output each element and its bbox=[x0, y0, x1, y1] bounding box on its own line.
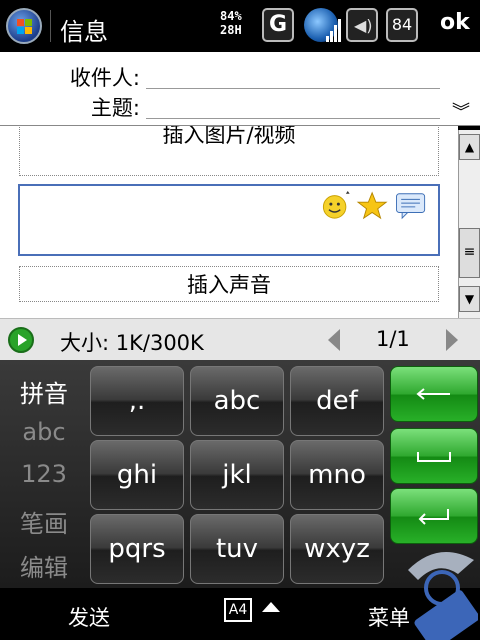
mode-123[interactable]: 123 bbox=[0, 460, 88, 488]
mode-edit[interactable]: 编辑 bbox=[0, 548, 88, 583]
message-toolbar bbox=[322, 190, 426, 220]
key-wxyz[interactable]: wxyz bbox=[290, 514, 384, 584]
watermark-logo bbox=[408, 552, 478, 640]
keyboard-toggle-icon[interactable]: A4 bbox=[224, 598, 252, 622]
network-type-icon[interactable]: G bbox=[262, 8, 294, 42]
backspace-key[interactable] bbox=[390, 366, 478, 422]
chevron-double-down-icon[interactable]: ︾ bbox=[452, 98, 470, 124]
key-pqrs[interactable]: pqrs bbox=[90, 514, 184, 584]
play-icon[interactable] bbox=[8, 327, 34, 353]
subject-row: 主题: bbox=[0, 88, 480, 120]
message-body: 插入图片/视频 插入声音 bbox=[0, 126, 458, 318]
status-line-1: 84% bbox=[220, 9, 242, 23]
windows-start-icon[interactable] bbox=[6, 8, 42, 44]
size-text: 大小: 1K/300K bbox=[60, 331, 204, 355]
scroll-down-icon[interactable]: ▼ bbox=[459, 286, 480, 312]
key-abc[interactable]: abc bbox=[190, 366, 284, 436]
key-ghi[interactable]: ghi bbox=[90, 440, 184, 510]
signal-globe-icon[interactable] bbox=[304, 8, 341, 42]
page-indicator: 1/1 bbox=[376, 327, 410, 351]
star-icon bbox=[356, 191, 388, 220]
key-def[interactable]: def bbox=[290, 366, 384, 436]
smiley-icon bbox=[322, 190, 350, 219]
subject-label: 主题: bbox=[90, 96, 140, 120]
scroll-thumb[interactable]: ≡ bbox=[459, 228, 480, 278]
space-key[interactable] bbox=[390, 428, 478, 484]
key-jkl[interactable]: jkl bbox=[190, 440, 284, 510]
title-separator bbox=[50, 10, 51, 42]
ok-button[interactable]: ok bbox=[440, 10, 470, 35]
key-punctuation[interactable]: ,. bbox=[90, 366, 184, 436]
battery-icon[interactable]: 84 bbox=[386, 8, 418, 42]
insert-picture-button[interactable]: 插入图片/视频 bbox=[19, 126, 439, 176]
next-page-icon[interactable] bbox=[446, 329, 458, 351]
key-mno[interactable]: mno bbox=[290, 440, 384, 510]
key-tuv[interactable]: tuv bbox=[190, 514, 284, 584]
message-input[interactable] bbox=[18, 184, 440, 256]
page-title: 信息 bbox=[60, 18, 108, 46]
size-bar: 大小: 1K/300K 1/1 bbox=[0, 318, 480, 360]
status-readout: 84% 28H bbox=[220, 9, 242, 37]
mode-abc[interactable]: abc bbox=[0, 418, 88, 446]
scroll-up-icon[interactable]: ▲ bbox=[459, 134, 480, 160]
insert-picture-label: 插入图片/视频 bbox=[162, 126, 296, 147]
message-header: 收件人: 主题: bbox=[0, 52, 480, 126]
insert-sound-button[interactable]: 插入声音 bbox=[19, 266, 439, 302]
subject-field[interactable] bbox=[146, 118, 440, 119]
backspace-icon bbox=[416, 388, 450, 400]
scrollbar[interactable]: ▲ ≡ ▼ bbox=[458, 130, 480, 318]
space-icon bbox=[417, 452, 451, 462]
speech-bubble-icon bbox=[396, 193, 426, 220]
title-bar: 信息 84% 28H G ◀) 84 ok bbox=[0, 0, 480, 52]
volume-icon[interactable]: ◀) bbox=[346, 8, 378, 42]
mode-pinyin[interactable]: 拼音 bbox=[0, 374, 88, 409]
insert-sound-label: 插入声音 bbox=[187, 273, 271, 297]
status-line-2: 28H bbox=[220, 23, 242, 37]
send-button[interactable]: 发送 bbox=[68, 602, 110, 632]
enter-icon bbox=[418, 509, 449, 525]
input-menu-arrow-icon[interactable] bbox=[262, 602, 280, 612]
to-row: 收件人: bbox=[0, 58, 480, 90]
previous-page-icon[interactable] bbox=[328, 329, 340, 351]
mode-stroke[interactable]: 笔画 bbox=[0, 504, 88, 539]
input-mode-list: 拼音 abc 123 笔画 编辑 bbox=[0, 360, 88, 588]
